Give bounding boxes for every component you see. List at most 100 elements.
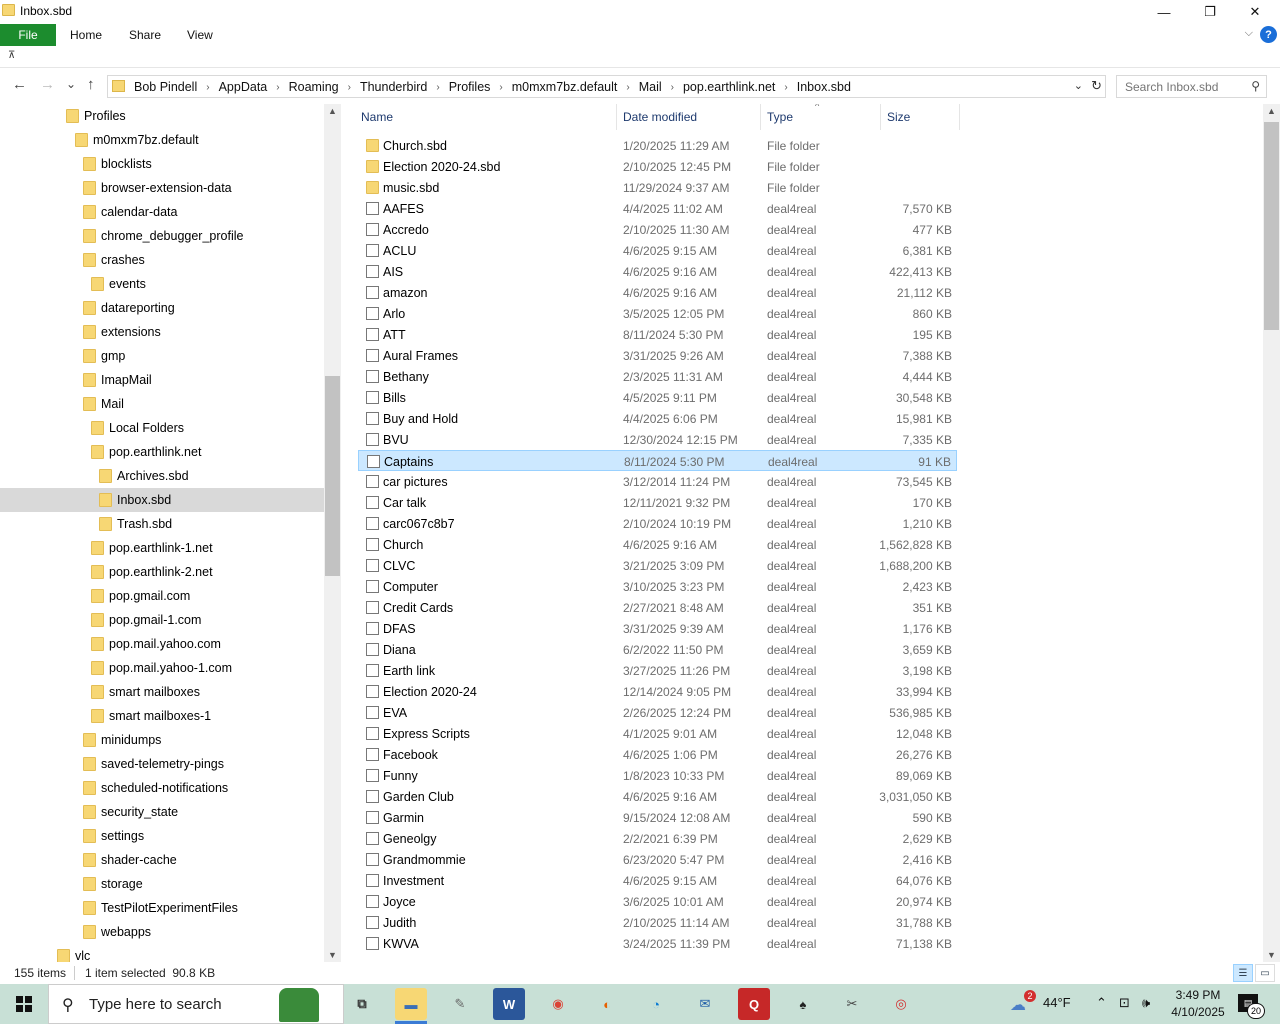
column-divider[interactable] — [880, 104, 881, 130]
search-highlight-icon[interactable] — [279, 988, 319, 1022]
breadcrumb-separator-icon[interactable]: › — [206, 82, 209, 93]
nav-tree-item[interactable]: webapps — [0, 920, 324, 944]
breadcrumb-mail[interactable]: Mail — [639, 80, 662, 94]
file-row[interactable]: Judith 2/10/2025 11:14 AM deal4real 31,788 … — [358, 912, 957, 933]
file-row[interactable]: Computer 3/10/2025 3:23 PM deal4real 2,423 … — [358, 576, 957, 597]
nav-tree-item[interactable]: Inbox.sbd — [0, 488, 324, 512]
column-divider[interactable] — [616, 104, 617, 130]
breadcrumb-separator-icon[interactable]: › — [671, 82, 674, 93]
scroll-up-icon[interactable]: ▲ — [328, 106, 337, 116]
file-row[interactable]: CLVC 3/21/2025 3:09 PM deal4real 1,688,200 … — [358, 555, 957, 576]
breadcrumb-thunderbird[interactable]: Thunderbird — [360, 80, 427, 94]
solitaire-icon[interactable]: ♠ — [787, 988, 819, 1020]
start-button[interactable] — [0, 984, 48, 1024]
nav-tree-item[interactable]: storage — [0, 872, 324, 896]
up-button[interactable]: ↑ — [87, 76, 95, 93]
forward-button[interactable]: → — [40, 76, 55, 93]
paint-icon[interactable]: ✎ — [444, 988, 476, 1020]
chrome-icon[interactable]: ◉ — [542, 988, 574, 1020]
scroll-down-icon[interactable]: ▼ — [1267, 950, 1276, 960]
quick-access-toggle-icon[interactable]: ⊼ — [8, 50, 15, 61]
file-row[interactable]: Diana 6/2/2022 11:50 PM deal4real 3,659 KB — [358, 639, 957, 660]
file-row[interactable]: EVA 2/26/2025 12:24 PM deal4real 536,985 KB — [358, 702, 957, 723]
nav-tree-item[interactable]: smart mailboxes — [0, 680, 324, 704]
snipping-icon[interactable]: ✂ — [836, 988, 868, 1020]
back-button[interactable]: ← — [12, 76, 27, 93]
nav-tree-item[interactable]: chrome_debugger_profile — [0, 224, 324, 248]
nav-tree-item[interactable]: shader-cache — [0, 848, 324, 872]
breadcrumb-separator-icon[interactable]: › — [348, 82, 351, 93]
file-row[interactable]: Facebook 4/6/2025 1:06 PM deal4real 26,276 … — [358, 744, 957, 765]
column-header-type[interactable]: Type — [767, 110, 793, 124]
file-row[interactable]: Investment 4/6/2025 9:15 AM deal4real 64,07… — [358, 870, 957, 891]
breadcrumb-profile-default[interactable]: m0mxm7bz.default — [512, 80, 618, 94]
file-row[interactable]: Accredo 2/10/2025 11:30 AM deal4real 477 KB — [358, 219, 957, 240]
breadcrumb-profiles[interactable]: Profiles — [449, 80, 491, 94]
file-row[interactable]: Grandmommie 6/23/2020 5:47 PM deal4real 2,4… — [358, 849, 957, 870]
breadcrumb-separator-icon[interactable]: › — [436, 82, 439, 93]
nav-tree-item[interactable]: Archives.sbd — [0, 464, 324, 488]
breadcrumb-separator-icon[interactable]: › — [499, 82, 502, 93]
taskbar-search[interactable]: ⚲ Type here to search — [48, 984, 344, 1024]
nav-tree-item[interactable]: pop.earthlink.net — [0, 440, 324, 464]
file-row[interactable]: DFAS 3/31/2025 9:39 AM deal4real 1,176 KB — [358, 618, 957, 639]
column-divider[interactable] — [959, 104, 960, 130]
nav-tree-item[interactable]: gmp — [0, 344, 324, 368]
network-icon[interactable]: ⊡ — [1119, 995, 1130, 1011]
file-row[interactable]: Earth link 3/27/2025 11:26 PM deal4real 3,1… — [358, 660, 957, 681]
nav-tree-item[interactable]: saved-telemetry-pings — [0, 752, 324, 776]
file-row[interactable]: KWVA 3/24/2025 11:39 PM deal4real 71,138 KB — [358, 933, 957, 954]
file-row[interactable]: AIS 4/6/2025 9:16 AM deal4real 422,413 KB — [358, 261, 957, 282]
nav-tree-item[interactable]: scheduled-notifications — [0, 776, 324, 800]
clock[interactable]: 3:49 PM 4/10/2025 — [1164, 987, 1232, 1021]
nav-tree-item[interactable]: ImapMail — [0, 368, 324, 392]
details-view-icon[interactable]: ☰ — [1233, 964, 1253, 982]
file-row[interactable]: Church 4/6/2025 9:16 AM deal4real 1,562,828… — [358, 534, 957, 555]
tray-chevron-icon[interactable]: ⌃ — [1096, 995, 1107, 1011]
search-input[interactable] — [1117, 76, 1237, 97]
file-row[interactable]: car pictures 3/12/2014 11:24 PM deal4real 7… — [358, 471, 957, 492]
nav-tree-item[interactable]: pop.earthlink-2.net — [0, 560, 324, 584]
file-row[interactable]: Geneolgy 2/2/2021 6:39 PM deal4real 2,629 K… — [358, 828, 957, 849]
task-view-icon[interactable]: ⧉ — [346, 988, 378, 1020]
weather-temperature[interactable]: 44°F — [1043, 995, 1071, 1010]
nav-tree-item[interactable]: Mail — [0, 392, 324, 416]
nav-tree-item[interactable]: events — [0, 272, 324, 296]
nav-tree-item[interactable]: pop.gmail-1.com — [0, 608, 324, 632]
breadcrumb-appdata[interactable]: AppData — [219, 80, 268, 94]
security-icon[interactable]: ◎ — [885, 988, 917, 1020]
nav-tree-item[interactable]: extensions — [0, 320, 324, 344]
file-row[interactable]: Buy and Hold 4/4/2025 6:06 PM deal4real 15,… — [358, 408, 957, 429]
file-row[interactable]: Aural Frames 3/31/2025 9:26 AM deal4real 7,… — [358, 345, 957, 366]
word-icon[interactable]: W — [493, 988, 525, 1020]
nav-tree-item[interactable]: Local Folders — [0, 416, 324, 440]
nav-tree-item[interactable]: crashes — [0, 248, 324, 272]
nav-tree-item[interactable]: pop.earthlink-1.net — [0, 536, 324, 560]
file-row[interactable]: music.sbd 11/29/2024 9:37 AM File folder — [358, 177, 957, 198]
edge-icon[interactable]: ◔ — [640, 988, 672, 1020]
address-bar[interactable]: Bob Pindell › AppData › Roaming › Thunderbi… — [107, 75, 1106, 98]
tab-view[interactable]: View — [187, 28, 213, 42]
file-row[interactable]: Car talk 12/11/2021 9:32 PM deal4real 170 K… — [358, 492, 957, 513]
file-row[interactable]: Garmin 9/15/2024 12:08 AM deal4real 590 KB — [358, 807, 957, 828]
breadcrumb-inbox-sbd[interactable]: Inbox.sbd — [797, 80, 851, 94]
nav-tree-item[interactable]: pop.gmail.com — [0, 584, 324, 608]
nav-tree-item[interactable]: m0mxm7bz.default — [0, 128, 324, 152]
close-button[interactable]: ✕ — [1232, 0, 1278, 24]
file-row[interactable]: Garden Club 4/6/2025 9:16 AM deal4real 3,03… — [358, 786, 957, 807]
file-row[interactable]: Bills 4/5/2025 9:11 PM deal4real 30,548 KB — [358, 387, 957, 408]
column-divider[interactable] — [760, 104, 761, 130]
nav-tree-item[interactable]: pop.mail.yahoo.com — [0, 632, 324, 656]
breadcrumb-separator-icon[interactable]: › — [784, 82, 787, 93]
file-row[interactable]: BVU 12/30/2024 12:15 PM deal4real 7,335 KB — [358, 429, 957, 450]
file-row[interactable]: Church.sbd 1/20/2025 11:29 AM File folder — [358, 135, 957, 156]
search-box[interactable]: ⚲ — [1116, 75, 1267, 98]
file-row[interactable]: AAFES 4/4/2025 11:02 AM deal4real 7,570 KB — [358, 198, 957, 219]
file-row[interactable]: Election 2020-24 12/14/2024 9:05 PM deal4r… — [358, 681, 957, 702]
nav-tree-item[interactable]: settings — [0, 824, 324, 848]
breadcrumb-separator-icon[interactable]: › — [276, 82, 279, 93]
tab-share[interactable]: Share — [129, 28, 161, 42]
recent-locations-button[interactable]: ⌄ — [66, 77, 76, 91]
nav-tree-item[interactable]: vlc — [0, 944, 324, 962]
nav-tree-item[interactable]: Profiles — [0, 104, 324, 128]
